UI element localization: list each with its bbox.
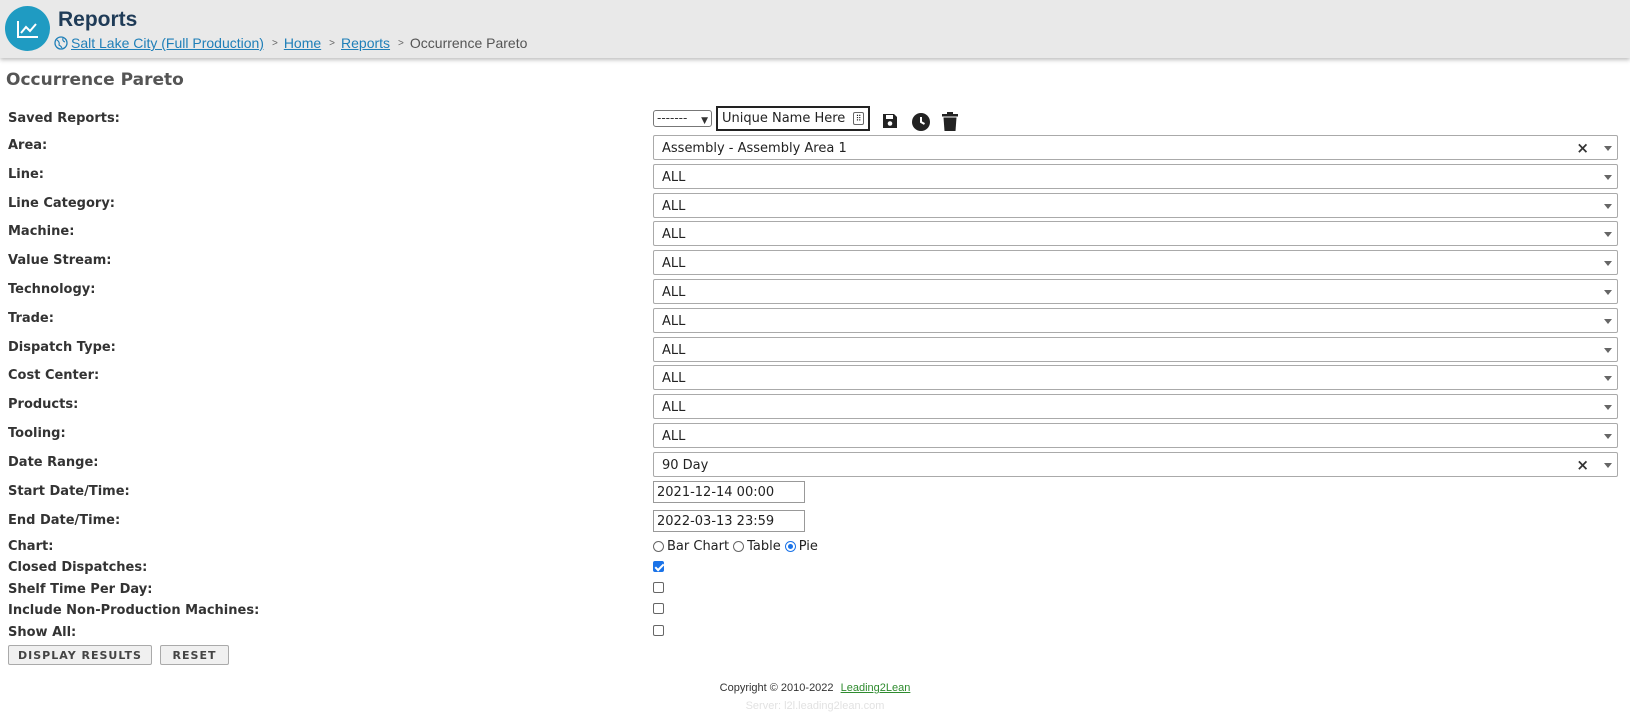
- chevron-down-icon: [1604, 261, 1612, 266]
- show-all-checkbox[interactable]: [653, 625, 664, 636]
- bar-chart-option-label: Bar Chart: [667, 538, 730, 554]
- pie-radio[interactable]: [784, 540, 796, 552]
- trade-select[interactable]: ALL: [653, 308, 1618, 333]
- products-value: ALL: [662, 400, 686, 415]
- chevron-down-icon: [1604, 175, 1612, 180]
- chevron-down-icon: [1604, 463, 1612, 468]
- leading2lean-link[interactable]: Leading2Lean: [841, 682, 911, 694]
- tooling-label: Tooling:: [8, 426, 66, 441]
- products-select[interactable]: ALL: [653, 394, 1618, 419]
- dispatch-type-select[interactable]: ALL: [653, 337, 1618, 362]
- show-all-label: Show All:: [8, 625, 77, 640]
- pie-option-label: Pie: [798, 538, 818, 554]
- line-category-value: ALL: [662, 199, 686, 214]
- chevron-down-icon: ▼: [701, 116, 708, 126]
- save-icon[interactable]: [881, 112, 901, 132]
- cost-center-label: Cost Center:: [8, 368, 100, 383]
- line-category-select[interactable]: ALL: [653, 193, 1618, 218]
- end-date-input[interactable]: 2022-03-13 23:59: [653, 510, 805, 532]
- trade-value: ALL: [662, 314, 686, 329]
- shelf-time-checkbox[interactable]: [653, 582, 664, 593]
- closed-dispatches-label: Closed Dispatches:: [8, 560, 148, 575]
- breadcrumb-current: Occurrence Pareto: [409, 35, 528, 51]
- value-stream-select[interactable]: ALL: [653, 250, 1618, 275]
- line-select[interactable]: ALL: [653, 164, 1618, 189]
- non-production-label: Include Non-Production Machines:: [8, 603, 260, 618]
- table-option-label: Table: [747, 538, 781, 554]
- trash-icon[interactable]: [941, 112, 961, 132]
- chevron-down-icon: [1604, 348, 1612, 353]
- breadcrumb-reports-link[interactable]: Reports: [341, 35, 390, 51]
- area-value: Assembly - Assembly Area 1: [662, 141, 847, 156]
- dispatch-type-value: ALL: [662, 343, 686, 358]
- footer: Copyright © 2010-2022 Leading2Lean: [0, 682, 1630, 694]
- chevron-down-icon: [1604, 405, 1612, 410]
- chart-label: Chart:: [8, 539, 54, 554]
- chevron-down-icon: [1604, 434, 1612, 439]
- chevron-down-icon: [1604, 376, 1612, 381]
- table-radio[interactable]: [733, 540, 745, 552]
- closed-dispatches-checkbox[interactable]: [653, 561, 664, 572]
- area-label: Area:: [8, 138, 48, 153]
- report-name-placeholder: Unique Name Here: [722, 111, 846, 126]
- line-value: ALL: [662, 170, 686, 185]
- breadcrumb: Salt Lake City (Full Production) > Home …: [54, 34, 527, 52]
- clear-icon[interactable]: ×: [1576, 456, 1589, 474]
- saved-reports-value: -------: [657, 111, 688, 125]
- breadcrumb-site-link[interactable]: Salt Lake City (Full Production): [71, 35, 264, 51]
- chevron-down-icon: [1604, 319, 1612, 324]
- breadcrumb-home-link[interactable]: Home: [284, 35, 321, 51]
- non-production-checkbox[interactable]: [653, 603, 664, 614]
- chevron-down-icon: [1604, 290, 1612, 295]
- line-category-label: Line Category:: [8, 196, 116, 211]
- technology-select[interactable]: ALL: [653, 279, 1618, 304]
- breadcrumb-separator: >: [329, 37, 336, 49]
- saved-reports-label: Saved Reports:: [8, 111, 120, 126]
- line-label: Line:: [8, 167, 45, 182]
- app-header: Reports Salt Lake City (Full Production)…: [0, 0, 1630, 58]
- server-text: Server: l2l.leading2lean.com: [745, 700, 885, 712]
- machine-select[interactable]: ALL: [653, 221, 1618, 246]
- breadcrumb-separator: >: [271, 37, 278, 49]
- value-stream-value: ALL: [662, 256, 686, 271]
- trade-label: Trade:: [8, 311, 54, 326]
- cost-center-value: ALL: [662, 371, 686, 386]
- tooling-select[interactable]: ALL: [653, 423, 1618, 448]
- machine-label: Machine:: [8, 224, 75, 239]
- cost-center-select[interactable]: ALL: [653, 365, 1618, 390]
- start-date-label: Start Date/Time:: [8, 484, 130, 499]
- value-stream-label: Value Stream:: [8, 253, 112, 268]
- start-date-input[interactable]: 2021-12-14 00:00: [653, 481, 805, 503]
- page-title: Occurrence Pareto: [6, 70, 184, 90]
- copyright-text: Copyright © 2010-2022: [719, 682, 834, 694]
- chart-type-options: Bar Chart Table Pie: [653, 538, 822, 554]
- bar-chart-radio[interactable]: [653, 540, 664, 552]
- line-chart-icon[interactable]: [5, 6, 50, 51]
- saved-reports-select[interactable]: ------- ▼: [653, 110, 712, 127]
- date-range-select[interactable]: 90 Day ×: [653, 452, 1618, 477]
- clock-icon[interactable]: [911, 112, 931, 132]
- end-date-label: End Date/Time:: [8, 513, 121, 528]
- chevron-down-icon: [1604, 204, 1612, 209]
- chevron-down-icon: [1604, 232, 1612, 237]
- area-select[interactable]: Assembly - Assembly Area 1 ×: [653, 135, 1618, 160]
- chevron-down-icon: [1604, 146, 1612, 151]
- shelf-time-label: Shelf Time Per Day:: [8, 582, 153, 597]
- app-title: Reports: [58, 8, 138, 31]
- report-name-input[interactable]: Unique Name Here ⠿: [716, 106, 870, 131]
- tooling-value: ALL: [662, 429, 686, 444]
- technology-label: Technology:: [8, 282, 96, 297]
- products-label: Products:: [8, 397, 79, 412]
- keyboard-icon: ⠿: [853, 112, 864, 125]
- breadcrumb-separator: >: [398, 37, 404, 49]
- date-range-value: 90 Day: [662, 458, 709, 473]
- machine-value: ALL: [662, 227, 686, 242]
- date-range-label: Date Range:: [8, 455, 99, 470]
- clear-icon[interactable]: ×: [1576, 139, 1589, 157]
- dispatch-type-label: Dispatch Type:: [8, 340, 116, 355]
- globe-icon: [54, 36, 68, 50]
- technology-value: ALL: [662, 285, 686, 300]
- display-results-button[interactable]: DISPLAY RESULTS: [8, 645, 152, 665]
- reset-button[interactable]: RESET: [160, 645, 229, 665]
